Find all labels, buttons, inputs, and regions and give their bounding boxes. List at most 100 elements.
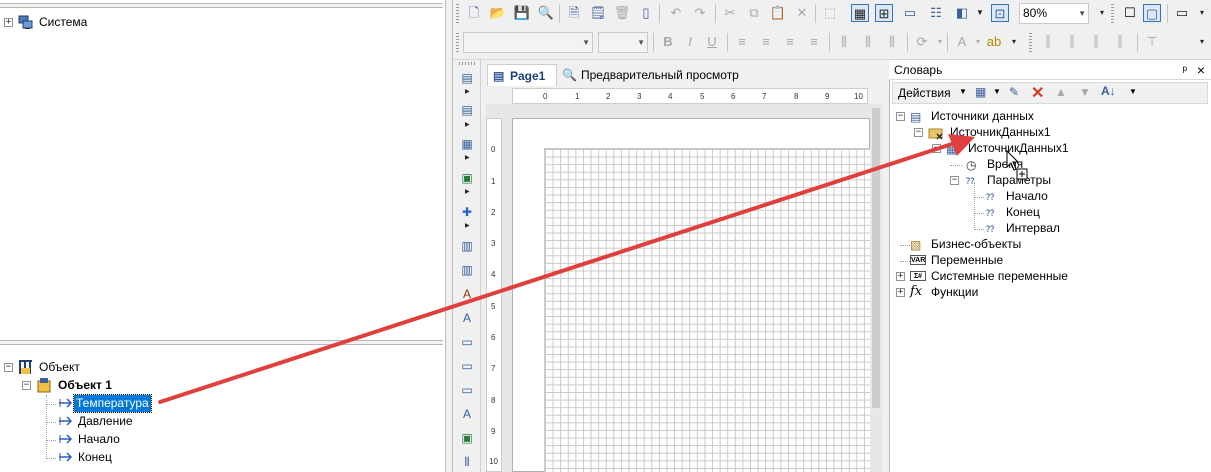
dropdown-arrow-icon[interactable]: ▼: [971, 4, 989, 22]
dict-item-datasource-folder[interactable]: − ИсточникДанных1: [914, 124, 1194, 141]
data-band-icon[interactable]: ▭: [459, 382, 475, 398]
copy-icon[interactable]: ⧉: [745, 4, 763, 22]
tree-item-object-root[interactable]: − Объект: [4, 359, 204, 376]
tree-item-field[interactable]: Конец: [46, 449, 246, 466]
dropdown-arrow-icon[interactable]: ▼: [959, 87, 967, 96]
cross-band-icon[interactable]: ▤: [459, 102, 475, 118]
order-icon[interactable]: ☷: [927, 4, 945, 22]
align-left-icon[interactable]: ≡: [733, 33, 751, 51]
vertical-splitter[interactable]: [445, 0, 453, 472]
border-icon[interactable]: ☐: [1121, 4, 1139, 22]
text-icon[interactable]: A: [459, 286, 475, 302]
footer-band-icon[interactable]: ▭: [459, 358, 475, 374]
select-all-icon[interactable]: ⬚: [821, 4, 839, 22]
font-size-combo[interactable]: ▼: [598, 32, 648, 53]
open-icon[interactable]: 📂: [489, 4, 507, 22]
highlight-icon[interactable]: ab: [985, 33, 1003, 51]
tree-item-object-1[interactable]: − Объект 1: [22, 377, 222, 394]
new-item-icon[interactable]: ▦: [975, 85, 986, 99]
preview-icon[interactable]: 🔍: [537, 4, 555, 22]
tree-item-field[interactable]: Начало: [46, 431, 246, 448]
pane-grip[interactable]: [0, 3, 443, 8]
dict-item-datasource[interactable]: − ▦ ИсточникДанных1: [932, 140, 1192, 157]
font-name-combo[interactable]: ▼: [463, 32, 593, 53]
tree-item-field[interactable]: Температура: [46, 394, 246, 413]
expand-icon[interactable]: +: [896, 288, 905, 297]
scrollbar-thumb[interactable]: [872, 108, 880, 408]
dict-item-param-interval[interactable]: ⁇ Интервал: [974, 220, 1194, 237]
tab-page1[interactable]: ▤ Page1: [487, 64, 557, 86]
header-band-icon[interactable]: ▭: [459, 334, 475, 350]
expand-icon[interactable]: +: [4, 18, 13, 27]
valign-bottom-icon[interactable]: ⫼: [883, 33, 901, 51]
new-icon[interactable]: 🗋: [465, 4, 483, 22]
barcode-icon[interactable]: ⦀: [459, 454, 475, 470]
zoom-combo[interactable]: 80% ▼: [1019, 3, 1089, 24]
close-icon[interactable]: ×: [1197, 60, 1205, 80]
justify-icon[interactable]: ≡: [805, 33, 823, 51]
underline-icon[interactable]: U: [703, 33, 721, 51]
style-icon[interactable]: ◧: [953, 4, 971, 22]
fill-icon[interactable]: ▢: [1143, 4, 1161, 22]
dict-item-parameters[interactable]: − ⁇ Параметры: [950, 172, 1190, 189]
dropdown-arrow-icon[interactable]: ▼: [993, 87, 1001, 96]
rotate-icon[interactable]: ⟳: [913, 33, 931, 51]
dict-item-variables[interactable]: VAR Переменные: [896, 252, 1196, 269]
align-tops-icon[interactable]: ⫿: [1111, 33, 1129, 51]
dict-item-functions[interactable]: + fx Функции: [896, 284, 1196, 301]
new-page-icon[interactable]: 🗎: [565, 4, 583, 22]
band-icon[interactable]: ▤: [459, 70, 475, 86]
dropdown-arrow-icon[interactable]: ▼: [1129, 87, 1137, 96]
image-icon[interactable]: ▣: [459, 170, 475, 186]
table-icon[interactable]: ▦: [459, 136, 475, 152]
text-box-icon[interactable]: A: [459, 406, 475, 422]
toolbar-overflow-icon[interactable]: ▾: [1093, 4, 1111, 22]
align-right-icon[interactable]: ≡: [781, 33, 799, 51]
collapse-icon[interactable]: −: [932, 144, 941, 153]
collapse-icon[interactable]: −: [896, 112, 905, 121]
align-left-edges-icon[interactable]: ⫿: [1039, 33, 1057, 51]
delete-page-icon[interactable]: 🗑: [613, 4, 631, 22]
edit-icon[interactable]: ✎: [1009, 85, 1019, 99]
page-grid[interactable]: [544, 148, 870, 472]
align-centers-icon[interactable]: ⫿: [1063, 33, 1081, 51]
page-header-icon[interactable]: ▥: [459, 262, 475, 278]
dict-item-data-sources[interactable]: − ▤ Источники данных: [896, 108, 1196, 125]
save-icon[interactable]: 💾: [513, 4, 531, 22]
page-setup-icon[interactable]: ▯: [637, 4, 655, 22]
toolbar-grip[interactable]: [456, 4, 459, 23]
tree-item-system[interactable]: + Система: [4, 14, 204, 31]
bold-icon[interactable]: B: [659, 33, 677, 51]
delete-icon[interactable]: ✕: [793, 4, 811, 22]
sort-icon[interactable]: A↓: [1101, 84, 1116, 98]
dict-item-business-objects[interactable]: ▧ Бизнес-объекты: [896, 236, 1196, 253]
redo-icon[interactable]: ↷: [691, 4, 709, 22]
paste-icon[interactable]: 📋: [769, 4, 787, 22]
delete-icon[interactable]: ✕: [1031, 83, 1044, 103]
show-grid-icon[interactable]: ▦: [851, 4, 869, 22]
window-icon[interactable]: ▭: [1173, 4, 1191, 22]
align-right-edges-icon[interactable]: ⫿: [1087, 33, 1105, 51]
toolbar-grip[interactable]: [1111, 4, 1114, 23]
align-grid-icon[interactable]: ⊞: [875, 4, 893, 22]
dict-item-param-start[interactable]: ⁇ Начало: [974, 188, 1194, 205]
cut-icon[interactable]: ✂: [721, 4, 739, 22]
expand-icon[interactable]: +: [896, 272, 905, 281]
dict-item-time[interactable]: ◷ Время: [950, 156, 1190, 173]
headers-icon[interactable]: ▭: [901, 4, 919, 22]
tree-item-field[interactable]: Давление: [46, 413, 246, 430]
align-bottoms-icon[interactable]: ⊤: [1143, 33, 1161, 51]
component-icon[interactable]: ✚: [459, 204, 475, 220]
toolbar-overflow-icon[interactable]: ▾: [1193, 33, 1211, 51]
collapse-icon[interactable]: −: [914, 128, 923, 137]
rich-text-icon[interactable]: A: [459, 310, 475, 326]
toolbar-grip[interactable]: [456, 33, 459, 52]
pin-icon[interactable]: ᵖ: [1182, 60, 1187, 80]
new-form-icon[interactable]: 🗒: [589, 4, 607, 22]
collapse-icon[interactable]: −: [950, 176, 959, 185]
toolbar-overflow-icon[interactable]: ▾: [1193, 4, 1211, 22]
collapse-icon[interactable]: −: [22, 381, 31, 390]
toolbar-overflow-icon[interactable]: ▾: [1005, 33, 1023, 51]
picture-icon[interactable]: ▣: [459, 430, 475, 446]
actions-button[interactable]: Действия: [898, 86, 951, 100]
